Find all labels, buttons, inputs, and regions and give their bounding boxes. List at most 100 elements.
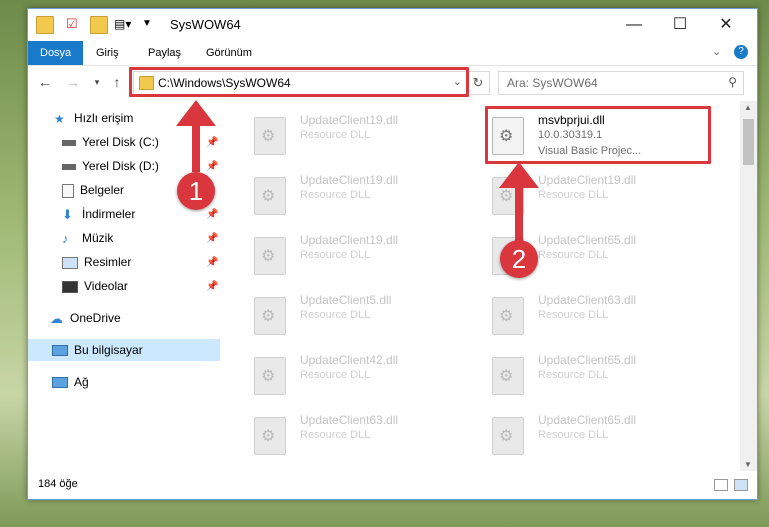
list-item[interactable]: UpdateClient19.dll Resource DLL — [248, 229, 458, 281]
file-description: Resource DLL — [538, 249, 609, 261]
dll-file-icon — [492, 357, 524, 395]
list-item[interactable]: UpdateClient5.dll Resource DLL — [248, 289, 458, 341]
tab-home[interactable]: Giriş — [84, 41, 131, 65]
pin-icon[interactable]: 📌 — [206, 161, 218, 172]
scroll-up-icon[interactable]: ▲ — [744, 103, 752, 112]
folder-icon — [36, 16, 54, 34]
file-name: UpdateClient63.dll — [538, 293, 637, 307]
tiles-view-icon[interactable] — [734, 479, 748, 491]
sidebar-item-label: Resimler — [84, 255, 132, 269]
ribbon: Dosya Giriş Paylaş Görünüm ⌄ ? — [28, 41, 757, 66]
file-description: Resource DLL — [300, 309, 371, 321]
recent-locations-icon[interactable]: ▾ — [88, 73, 106, 91]
sidebar-item-this-pc[interactable]: Bu bilgisayar — [28, 339, 220, 361]
pin-icon[interactable]: 📌 — [206, 137, 218, 148]
dll-file-icon — [254, 237, 286, 275]
file-name: UpdateClient65.dll — [538, 353, 637, 367]
forward-arrow-icon[interactable]: → — [64, 73, 82, 91]
vertical-scrollbar[interactable]: ▲ ▼ — [740, 101, 757, 471]
pin-icon[interactable]: 📌 — [206, 209, 218, 220]
sidebar-item-label: OneDrive — [70, 311, 121, 325]
download-icon: ⬇ — [62, 206, 73, 222]
close-button[interactable]: ✕ — [703, 9, 749, 41]
refresh-icon[interactable]: ↻ — [466, 71, 490, 95]
annotation-arrow-1 — [192, 120, 200, 172]
sidebar-item-quick-access[interactable]: ★ Hızlı erişim — [54, 107, 133, 129]
sidebar-item-disk-d[interactable]: Yerel Disk (D:) — [62, 155, 159, 177]
new-folder-icon[interactable] — [90, 16, 108, 34]
status-bar: 184 öğe — [28, 471, 757, 499]
dll-file-icon — [254, 297, 286, 335]
sidebar-item-label: Bu bilgisayar — [74, 343, 143, 357]
file-description: Resource DLL — [538, 369, 609, 381]
dll-file-icon — [254, 357, 286, 395]
list-item[interactable]: UpdateClient63.dll Resource DLL — [486, 289, 696, 341]
scroll-down-icon[interactable]: ▼ — [744, 460, 752, 469]
file-description: Resource DLL — [538, 429, 609, 441]
annotation-arrow-2 — [515, 182, 523, 242]
file-name: UpdateClient19.dll — [300, 233, 399, 247]
cloud-icon: ☁ — [50, 310, 63, 326]
file-name: UpdateClient19.dll — [300, 113, 399, 127]
sidebar-item-disk-c[interactable]: Yerel Disk (C:) — [62, 131, 159, 153]
help-icon[interactable]: ? — [734, 45, 748, 59]
tab-share[interactable]: Paylaş — [136, 41, 193, 65]
pin-icon[interactable]: 📌 — [206, 281, 218, 292]
drive-icon — [62, 139, 76, 146]
list-item[interactable]: UpdateClient65.dll Resource DLL — [486, 409, 696, 461]
scrollbar-thumb[interactable] — [743, 119, 754, 165]
up-arrow-icon[interactable]: ↑ — [108, 73, 126, 91]
back-arrow-icon[interactable]: ← — [36, 73, 54, 91]
star-icon: ★ — [54, 111, 65, 126]
title-bar: ☑ ▤▾ ▼ SysWOW64 — ☐ ✕ — [28, 9, 757, 41]
sidebar-item-videos[interactable]: Videolar — [62, 275, 128, 297]
list-item[interactable]: UpdateClient42.dll Resource DLL — [248, 349, 458, 401]
search-input[interactable]: Ara: SysWOW64 ⚲ — [498, 71, 744, 95]
properties-icon[interactable]: ☑ — [66, 16, 82, 32]
step-badge-2: 2 — [500, 240, 538, 278]
details-view-icon[interactable] — [714, 479, 728, 491]
pin-icon[interactable]: 📌 — [206, 233, 218, 244]
computer-icon — [52, 345, 68, 357]
tab-file[interactable]: Dosya — [28, 41, 84, 65]
sidebar-item-label: Yerel Disk (C:) — [82, 135, 159, 149]
search-icon: ⚲ — [728, 75, 737, 89]
chevron-down-icon[interactable]: ⌄ — [712, 45, 721, 58]
pin-icon[interactable]: 📌 — [206, 257, 218, 268]
sidebar-item-onedrive[interactable]: ☁ OneDrive — [50, 307, 121, 329]
sidebar-item-network[interactable]: Ağ — [52, 371, 89, 393]
arrow-up-icon — [176, 100, 216, 126]
window-title: SysWOW64 — [170, 17, 241, 32]
sidebar-item-label: Videolar — [84, 279, 128, 293]
file-list: UpdateClient19.dll Resource DLL UpdateCl… — [222, 101, 740, 471]
sidebar-item-label: Yerel Disk (D:) — [82, 159, 159, 173]
step-badge-1: 1 — [177, 172, 215, 210]
dll-file-icon — [254, 177, 286, 215]
explorer-window: ☑ ▤▾ ▼ SysWOW64 — ☐ ✕ Dosya Giriş Paylaş… — [27, 8, 758, 500]
sidebar-item-downloads[interactable]: ⬇ İndirmeler — [62, 203, 135, 225]
list-item[interactable]: UpdateClient65.dll Resource DLL — [486, 349, 696, 401]
dll-file-icon — [492, 297, 524, 335]
list-item[interactable]: UpdateClient19.dll Resource DLL — [248, 169, 458, 221]
file-name: UpdateClient63.dll — [300, 413, 399, 427]
sidebar-item-music[interactable]: ♪ Müzik — [62, 227, 113, 249]
file-description: Resource DLL — [300, 189, 371, 201]
file-description: Resource DLL — [538, 189, 609, 201]
dll-file-icon — [254, 117, 286, 155]
dropdown-icon[interactable]: ▼ — [142, 16, 158, 32]
tab-view[interactable]: Görünüm — [194, 41, 264, 65]
file-description: Resource DLL — [300, 369, 371, 381]
minimize-button[interactable]: — — [611, 9, 657, 41]
list-item[interactable]: UpdateClient19.dll Resource DLL — [248, 109, 458, 161]
file-name: UpdateClient19.dll — [300, 173, 399, 187]
sidebar-item-label: Müzik — [82, 231, 114, 245]
sidebar-item-documents[interactable]: Belgeler — [62, 179, 124, 201]
customize-toolbar-icon[interactable]: ▤▾ — [114, 16, 131, 32]
item-count: 184 öğe — [38, 478, 78, 490]
file-description: Resource DLL — [300, 249, 371, 261]
list-item[interactable]: UpdateClient63.dll Resource DLL — [248, 409, 458, 461]
sidebar-item-label: Ağ — [74, 375, 89, 389]
maximize-button[interactable]: ☐ — [657, 9, 703, 41]
sidebar-item-pictures[interactable]: Resimler — [62, 251, 131, 273]
music-icon: ♪ — [62, 230, 69, 246]
